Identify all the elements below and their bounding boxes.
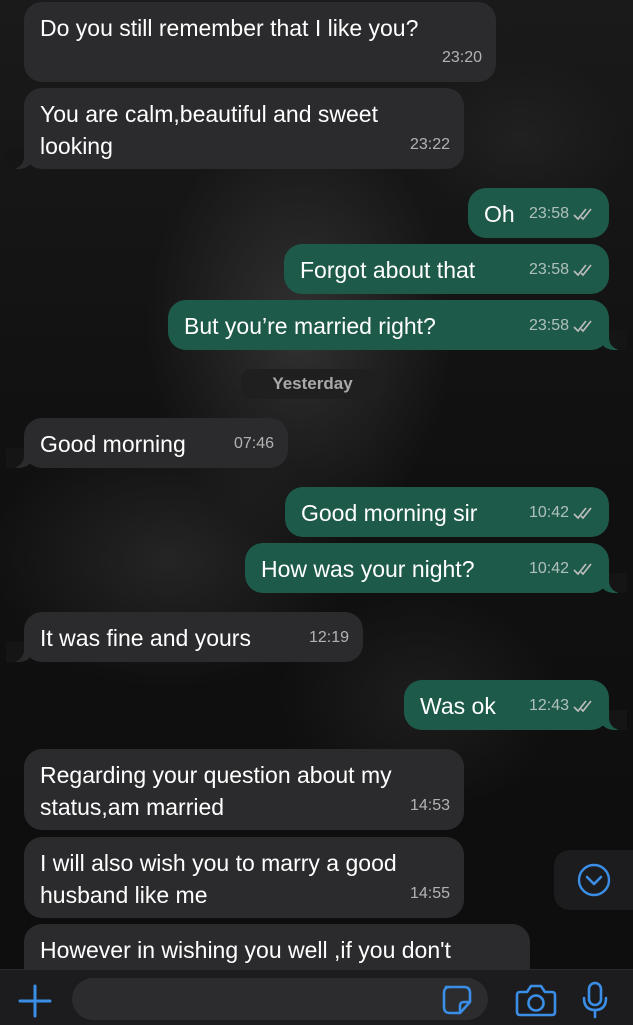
read-ticks-icon (573, 699, 595, 713)
camera-icon[interactable] (514, 982, 558, 1018)
read-ticks-icon (573, 562, 595, 576)
message-time: 23:58 (528, 261, 569, 278)
message-time: 12:43 (528, 697, 569, 714)
message-text: I will also wish you to marry a good hus… (40, 850, 397, 908)
message-time: 12:19 (308, 629, 349, 646)
outgoing-message[interactable]: How was your night? 10:42 (245, 543, 627, 593)
message-text: It was fine and yours (40, 625, 251, 651)
message-time: 23:22 (409, 136, 450, 153)
outgoing-message[interactable]: Was ok 12:43 (404, 680, 627, 730)
message-time: 10:42 (528, 560, 569, 577)
plus-icon[interactable] (16, 982, 54, 1020)
sticker-icon[interactable] (440, 984, 474, 1016)
read-ticks-icon (573, 506, 595, 520)
message-time: 23:58 (528, 317, 569, 334)
incoming-message[interactable]: Good morning 07:46 (6, 418, 288, 468)
message-composer-bar (0, 969, 633, 1025)
read-ticks-icon (573, 319, 595, 333)
message-text: However in wishing you well ,if you don'… (40, 937, 451, 963)
message-time: 14:53 (409, 797, 450, 814)
message-text: You are calm,beautiful and sweet looking (40, 101, 378, 159)
incoming-message[interactable]: Regarding your question about my status,… (24, 749, 464, 830)
outgoing-message[interactable]: But you’re married right? 23:58 (168, 300, 627, 350)
incoming-message[interactable]: You are calm,beautiful and sweet looking… (6, 88, 464, 169)
message-time: 23:58 (528, 205, 569, 222)
outgoing-message[interactable]: Forgot about that 23:58 (284, 244, 609, 294)
outgoing-message[interactable]: Good morning sir 10:42 (285, 487, 609, 537)
message-time: 23:20 (441, 49, 482, 66)
message-time: 07:46 (233, 435, 274, 452)
chevron-down-icon (576, 862, 612, 898)
message-text: Regarding your question about my status,… (40, 762, 392, 820)
date-separator: Yesterday (241, 369, 384, 399)
outgoing-message[interactable]: Oh 23:58 (468, 188, 609, 238)
read-ticks-icon (573, 207, 595, 221)
scroll-to-bottom-button[interactable] (554, 850, 633, 910)
message-time: 10:42 (528, 504, 569, 521)
message-input[interactable] (72, 978, 488, 1020)
incoming-message[interactable]: Do you still remember that I like you? 2… (24, 2, 496, 82)
incoming-message[interactable]: I will also wish you to marry a good hus… (24, 837, 464, 918)
incoming-message[interactable]: It was fine and yours 12:19 (6, 612, 363, 662)
microphone-icon[interactable] (580, 980, 610, 1020)
message-text: Do you still remember that I like you? (40, 15, 419, 41)
message-time: 14:55 (409, 885, 450, 902)
read-ticks-icon (573, 263, 595, 277)
